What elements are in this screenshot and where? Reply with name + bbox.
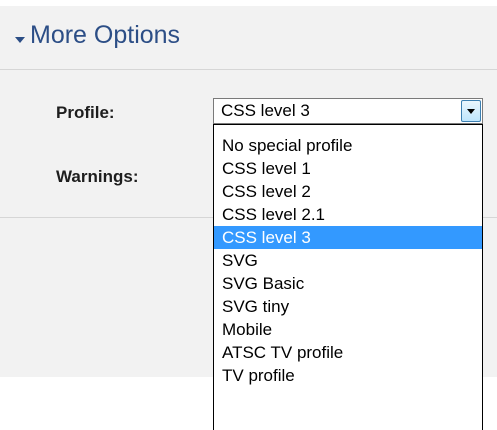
profile-dropdown-list[interactable]: No special profile CSS level 1 CSS level…	[213, 124, 483, 430]
dropdown-option[interactable]: CSS level 3	[214, 226, 482, 249]
dropdown-option[interactable]: CSS level 2	[214, 180, 482, 203]
profile-select-value: CSS level 3	[221, 101, 310, 120]
dropdown-option[interactable]: TV profile	[214, 364, 482, 387]
dropdown-option[interactable]: SVG	[214, 249, 482, 272]
profile-label: Profile:	[56, 103, 115, 122]
chevron-down-icon	[467, 109, 475, 114]
dropdown-option[interactable]: ATSC TV profile	[214, 341, 482, 364]
more-options-header[interactable]: More Options	[0, 6, 497, 70]
section-title: More Options	[30, 21, 181, 49]
warnings-label: Warnings:	[56, 167, 139, 186]
dropdown-option[interactable]: SVG Basic	[214, 272, 482, 295]
dropdown-option[interactable]: CSS level 1	[214, 157, 482, 180]
dropdown-option[interactable]: CSS level 2.1	[214, 203, 482, 226]
dropdown-option[interactable]: SVG tiny	[214, 295, 482, 318]
profile-select[interactable]: CSS level 3	[213, 98, 483, 124]
dropdown-button[interactable]	[461, 100, 481, 122]
collapse-arrow-icon[interactable]	[15, 37, 25, 43]
dropdown-option[interactable]: No special profile	[214, 134, 482, 157]
dropdown-option[interactable]: Mobile	[214, 318, 482, 341]
